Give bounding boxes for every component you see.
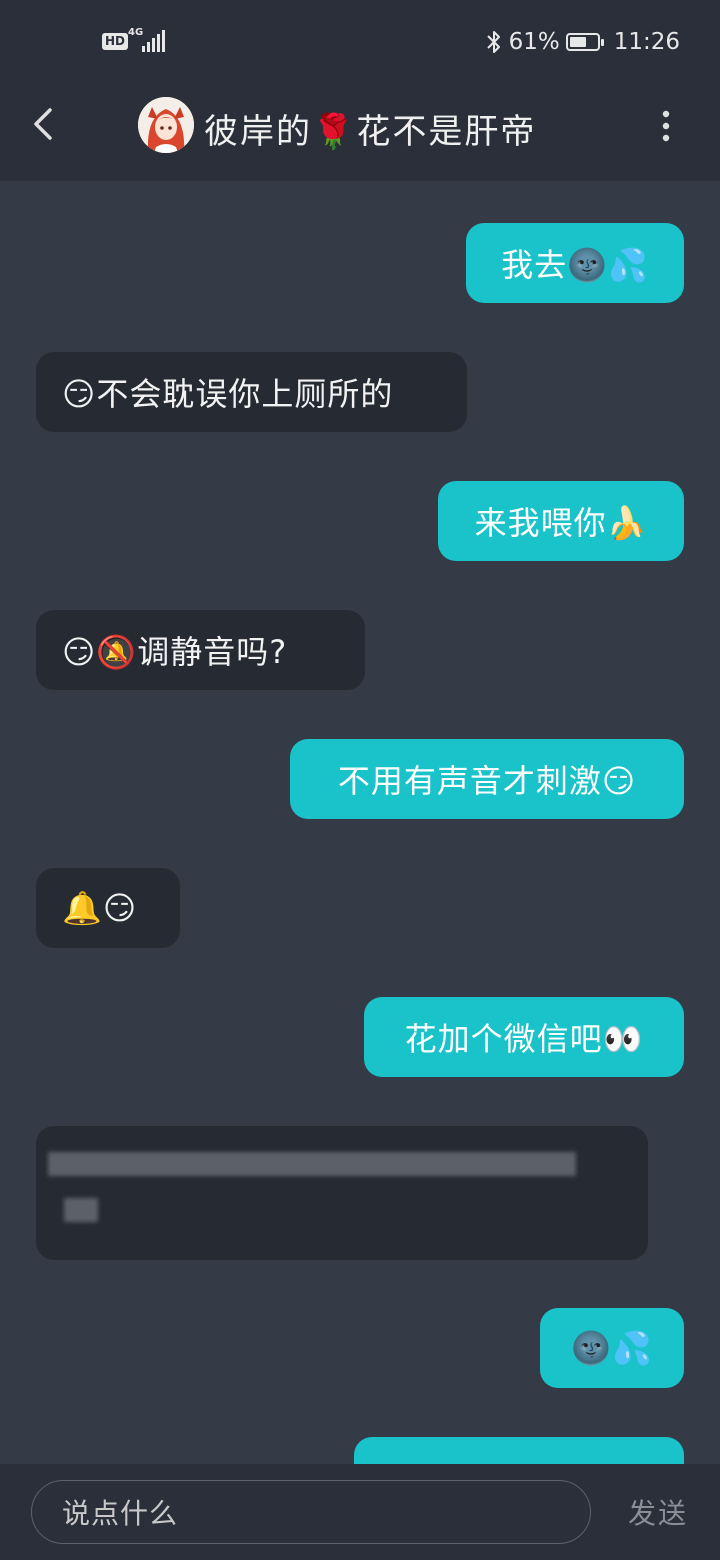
message-text: 来我喂你🍌 [474,504,648,542]
hd-badge: HD [102,33,129,50]
status-bar: HD 4G 61% 11:26 [0,0,720,84]
message-text: 🔔😏 [62,889,138,927]
message-text: 不用有声音才刺激😏 [337,762,637,800]
message-text: 我去🌚💦 [501,246,649,284]
chevron-left-icon[interactable] [22,102,66,146]
chat-header: 彼岸的🌹花不是肝帝 [0,84,720,181]
battery-fill [569,37,586,47]
send-button[interactable]: 发送 [628,1492,688,1532]
message-bubble-outgoing-partial[interactable] [354,1437,684,1464]
signal-icon [142,30,165,52]
message-list[interactable]: 我去🌚💦 😏不会耽误你上厕所的 来我喂你🍌 😏🔕调静音吗? 不用有声音才刺激😏 … [0,181,720,1464]
redacted-text [48,1152,576,1176]
clock: 11:26 [613,29,680,55]
avatar-image [138,97,194,153]
message-bubble-outgoing[interactable]: 不用有声音才刺激😏 [290,739,684,819]
message-bubble-outgoing[interactable]: 🌚💦 [540,1308,684,1388]
message-bubble-incoming[interactable]: 🔔😏 [36,868,180,948]
input-bar: 说点什么 发送 [0,1464,720,1560]
status-right: 61% 11:26 [485,26,680,58]
message-bubble-incoming-blurred[interactable] [36,1126,648,1260]
message-bubble-outgoing[interactable]: 花加个微信吧👀 [364,997,684,1077]
battery-percent: 61% [508,29,560,55]
chat-title: 彼岸的🌹花不是肝帝 [204,112,537,152]
avatar[interactable] [138,97,194,153]
message-bubble-outgoing[interactable]: 我去🌚💦 [466,223,684,303]
message-text: 😏🔕调静音吗? [62,633,288,671]
message-bubble-outgoing[interactable]: 来我喂你🍌 [438,481,684,561]
message-bubble-incoming[interactable]: 😏不会耽误你上厕所的 [36,352,467,432]
top-bar: HD 4G 61% 11:26 彼岸的🌹花不是肝帝 [0,0,720,181]
message-text: 花加个微信吧👀 [404,1020,644,1058]
message-text: 🌚💦 [571,1329,653,1367]
battery-icon [565,33,604,51]
more-vertical-icon[interactable] [650,104,682,148]
message-bubble-incoming[interactable]: 😏🔕调静音吗? [36,610,365,690]
redacted-text [64,1198,98,1222]
message-text: 😏不会耽误你上厕所的 [62,375,394,413]
input-placeholder: 说点什么 [62,1497,179,1530]
message-input[interactable]: 说点什么 [31,1480,591,1544]
bluetooth-icon [486,31,500,53]
